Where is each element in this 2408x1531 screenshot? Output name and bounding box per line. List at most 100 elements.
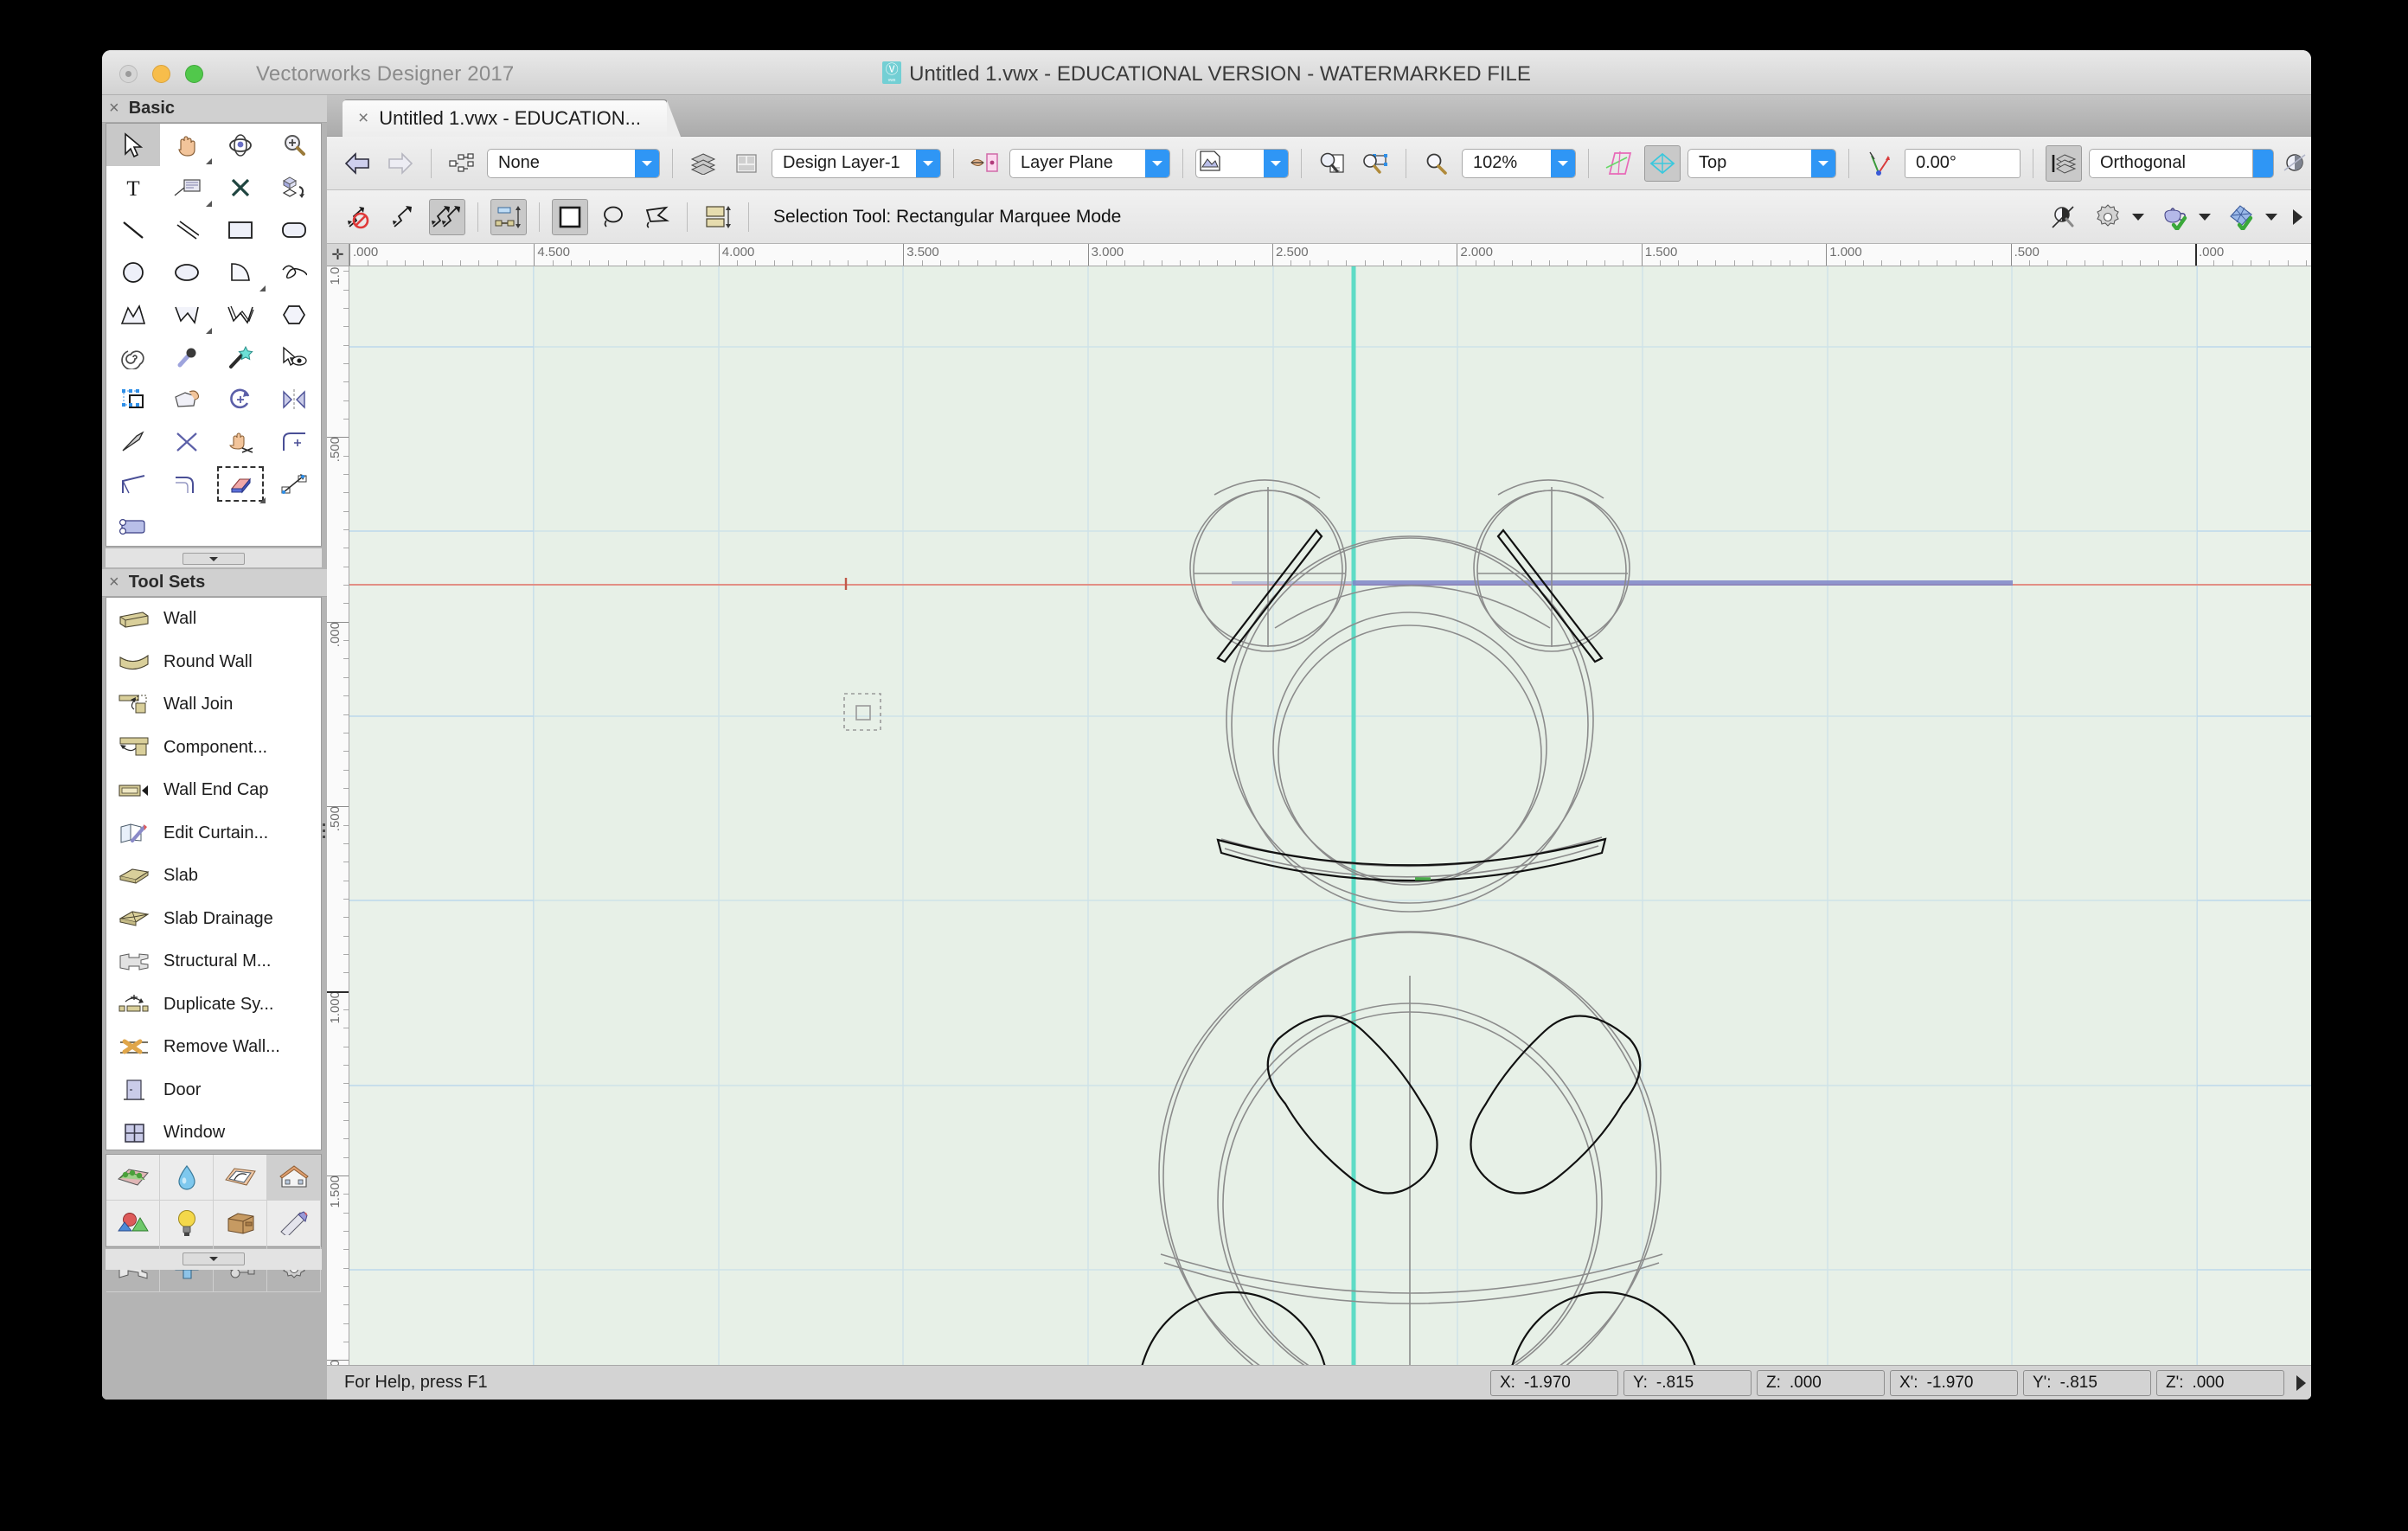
close-icon[interactable]: × xyxy=(109,573,119,593)
teapot-render-icon[interactable] xyxy=(2156,199,2193,235)
rectangular-marquee-mode-button[interactable] xyxy=(552,198,588,235)
object-info-mode-button[interactable] xyxy=(490,198,527,235)
mirror-tool[interactable] xyxy=(267,378,321,420)
horizontal-ruler[interactable]: .000 4.500 4.000 3.500 3.000 2.500 2.000 1.500 1… xyxy=(349,244,2311,266)
multiple-object-mode-button[interactable] xyxy=(429,198,465,235)
basic-tool-grid[interactable]: T xyxy=(106,123,322,547)
dims-notes-set[interactable] xyxy=(267,1201,321,1246)
regular-polygon-tool[interactable] xyxy=(267,293,321,336)
tool-sets-item-wall-end-cap[interactable]: Wall End Cap xyxy=(106,769,321,812)
basic-palette-expander[interactable] xyxy=(106,548,322,567)
eyedropper-tool[interactable] xyxy=(160,336,214,378)
tool-sets-item-edit-curtain-wall[interactable]: Edit Curtain... xyxy=(106,812,321,855)
site-water-set[interactable] xyxy=(160,1155,214,1201)
chevron-down-icon[interactable] xyxy=(1811,149,1835,177)
split-tool[interactable] xyxy=(106,420,160,463)
coord-y[interactable]: Y: -.815 xyxy=(1623,1369,1752,1396)
clip-cube-x-tool[interactable] xyxy=(214,166,267,208)
double-line-polygon-tool[interactable] xyxy=(214,293,267,336)
tool-sets-item-duplicate-symbol[interactable]: Duplicate Sy... xyxy=(106,983,321,1027)
extract-tool[interactable] xyxy=(267,166,321,208)
working-plane-axes-icon[interactable] xyxy=(1601,145,1637,182)
fit-to-page-button[interactable] xyxy=(1314,145,1350,182)
tool-sets-button-grid[interactable] xyxy=(106,1154,322,1292)
rotate-tool[interactable] xyxy=(214,378,267,420)
chevron-down-icon[interactable] xyxy=(2199,213,2211,221)
tool-sets-list[interactable]: Wall Round Wall Wall Join Component... W… xyxy=(106,597,322,1150)
arc-tool[interactable] xyxy=(214,251,267,293)
circle-tool[interactable] xyxy=(106,251,160,293)
ruler-origin-corner[interactable]: ✛ xyxy=(327,244,349,266)
zoom-combo[interactable]: 102% xyxy=(1462,148,1576,178)
push-pull-tool[interactable] xyxy=(160,378,214,420)
tool-sets-item-wall[interactable]: Wall xyxy=(106,598,321,641)
tool-sets-item-slab-drainage[interactable]: Slab Drainage xyxy=(106,898,321,941)
building-shell-set[interactable] xyxy=(267,1155,321,1201)
trim-tool[interactable] xyxy=(160,420,214,463)
tool-sets-item-window[interactable]: Window xyxy=(106,1111,321,1150)
lighting-options-button[interactable] xyxy=(2277,145,2311,182)
working-plane-icon[interactable] xyxy=(966,145,1002,182)
plane-combo[interactable]: Layer Plane xyxy=(1009,148,1170,178)
line-tool[interactable] xyxy=(106,208,160,251)
rotation-field[interactable]: 0.00° xyxy=(1905,148,2021,178)
tool-sets-item-slab[interactable]: Slab xyxy=(106,855,321,898)
tool-sets-item-structural-member[interactable]: Structural M... xyxy=(106,940,321,983)
status-overflow-arrow[interactable] xyxy=(2296,1374,2306,1391)
fillet-tool[interactable] xyxy=(267,420,321,463)
magic-wand-tool[interactable] xyxy=(214,336,267,378)
rounded-rectangle-tool[interactable] xyxy=(267,208,321,251)
coord-z-prime[interactable]: Z': .000 xyxy=(2156,1369,2284,1396)
offset-tool[interactable] xyxy=(160,463,214,505)
navigate-back-button[interactable] xyxy=(339,145,375,182)
tool-sets-item-wall-join[interactable]: Wall Join xyxy=(106,683,321,727)
chevron-down-icon[interactable] xyxy=(183,553,245,565)
chevron-down-icon[interactable] xyxy=(2132,213,2144,221)
snap-loupe-icon[interactable] xyxy=(2046,199,2083,235)
polygon-tool[interactable] xyxy=(160,293,214,336)
chevron-down-icon[interactable] xyxy=(1551,149,1575,177)
tool-sets-item-door[interactable]: Door xyxy=(106,1069,321,1112)
selection-tool[interactable] xyxy=(106,124,160,166)
class-icon[interactable] xyxy=(444,145,480,182)
detailing-set[interactable] xyxy=(214,1155,267,1201)
tool-sets-item-remove-wall-breaks[interactable]: Remove Wall... xyxy=(106,1026,321,1069)
site-planning-set[interactable] xyxy=(106,1155,160,1201)
text-tool[interactable]: T xyxy=(106,166,160,208)
object-selection-settings-mode-button[interactable] xyxy=(700,199,736,235)
connect-combine-tool[interactable] xyxy=(267,463,321,505)
chamfer-tool[interactable] xyxy=(106,463,160,505)
projection-dropdown-arrow[interactable] xyxy=(2253,148,2274,178)
coord-z[interactable]: Z: .000 xyxy=(1757,1369,1885,1396)
double-line-tool[interactable] xyxy=(160,208,214,251)
layers-icon[interactable] xyxy=(685,145,721,182)
rectangle-tool[interactable] xyxy=(214,208,267,251)
polygon-marquee-mode-button[interactable] xyxy=(638,199,675,235)
layer-stacking-icon[interactable] xyxy=(2046,144,2082,182)
close-icon[interactable]: × xyxy=(109,99,119,119)
design-canvas[interactable] xyxy=(349,266,2311,1365)
projection-field[interactable]: Orthogonal xyxy=(2089,148,2253,178)
coord-x[interactable]: X: -1.970 xyxy=(1490,1369,1618,1396)
eraser-tool[interactable] xyxy=(214,463,267,505)
class-combo[interactable]: None xyxy=(487,148,660,178)
gear-icon[interactable] xyxy=(2090,199,2126,235)
freehand-tool[interactable] xyxy=(267,251,321,293)
single-object-mode-button[interactable] xyxy=(386,199,422,235)
lighting-set[interactable] xyxy=(160,1201,214,1246)
zoom-in-tool[interactable] xyxy=(267,124,321,166)
vertical-ruler[interactable]: 1.000.500.000.5001.0001.5002.0002.5003.0… xyxy=(327,266,349,1365)
callout-tool[interactable] xyxy=(160,166,214,208)
3d-modeling-set[interactable] xyxy=(106,1201,160,1246)
document-tab[interactable]: × Untitled 1.vwx - EDUCATION... xyxy=(343,100,682,137)
tool-sets-expander[interactable] xyxy=(106,1249,322,1270)
zoom-icon[interactable] xyxy=(1419,145,1455,182)
chevron-down-icon[interactable] xyxy=(1264,149,1288,177)
sheet-layer-icon[interactable] xyxy=(728,145,765,182)
tool-sets-item-round-wall[interactable]: Round Wall xyxy=(106,641,321,684)
tool-sets-item-component-join[interactable]: Component... xyxy=(106,727,321,770)
view-cube-button[interactable] xyxy=(1644,144,1681,182)
chevron-down-icon[interactable] xyxy=(916,149,940,177)
mode-overflow-arrow[interactable] xyxy=(2293,208,2302,225)
chevron-down-icon[interactable] xyxy=(2265,213,2277,221)
